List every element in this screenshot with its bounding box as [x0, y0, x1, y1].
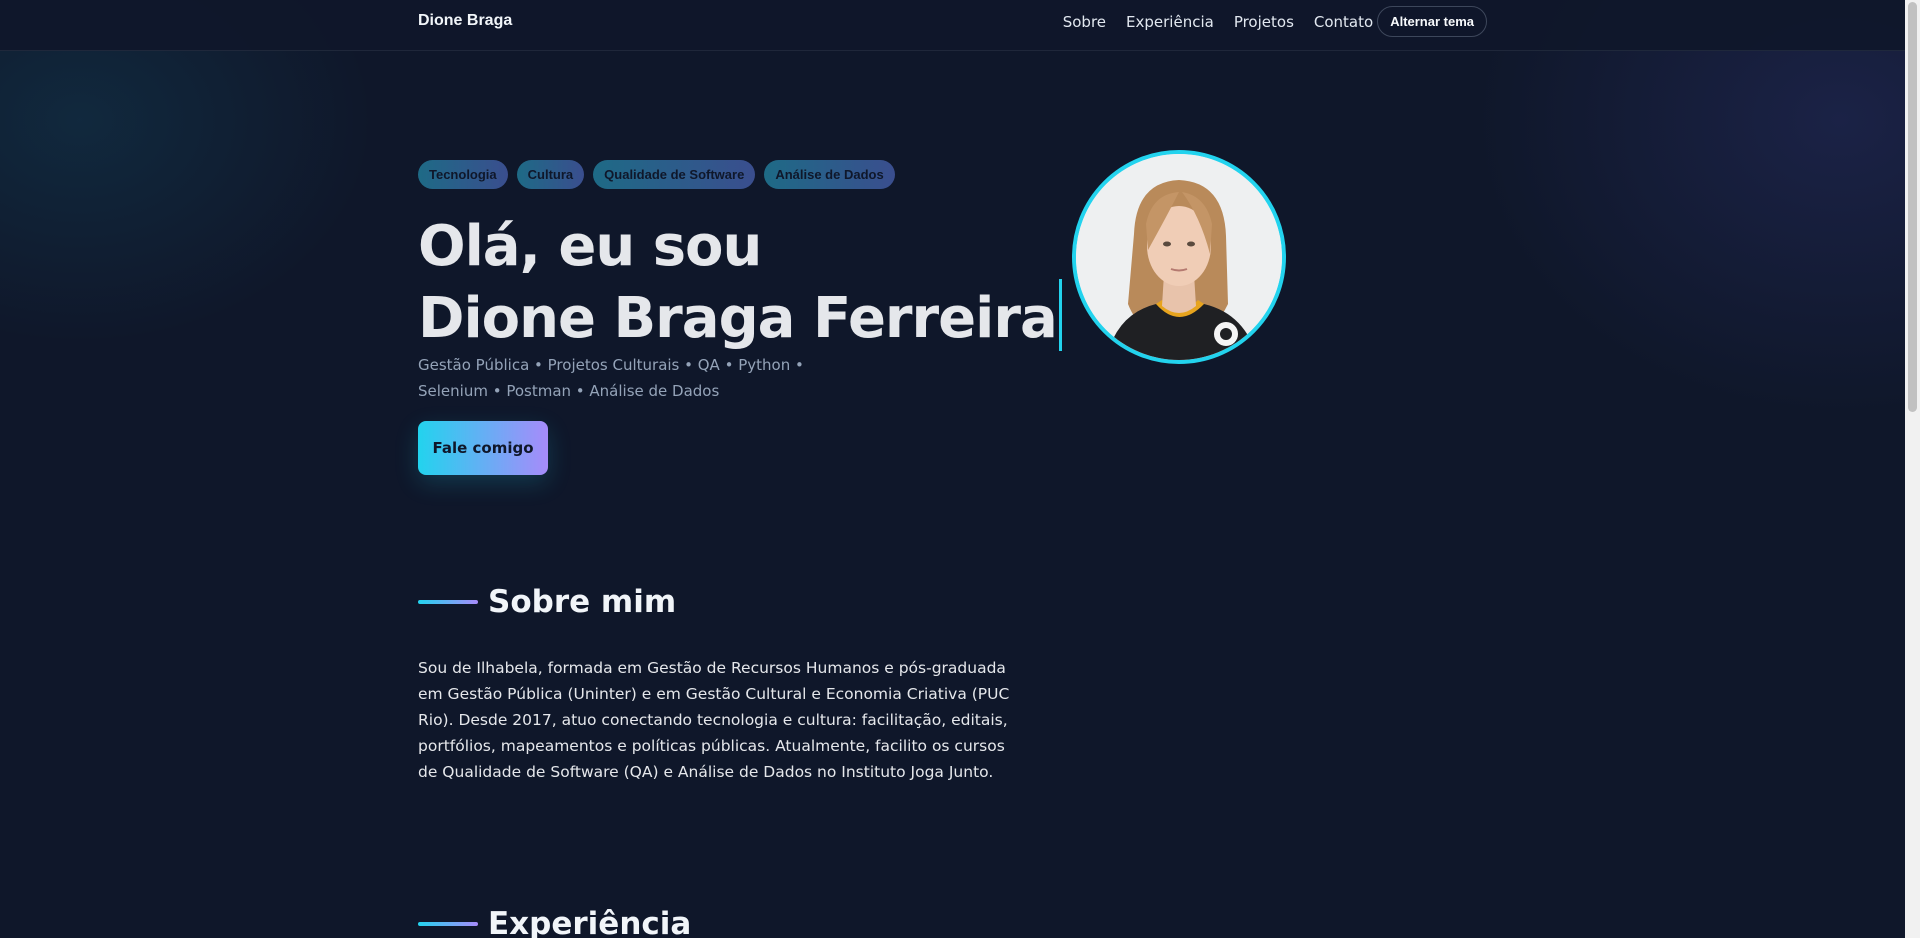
about-text: Sou de Ilhabela, formada em Gestão de Re…	[418, 659, 1010, 781]
tag-chip: Cultura	[516, 160, 585, 189]
hero-title-name: Dione Braga Ferreira	[418, 286, 1058, 351]
main-nav: Sobre Experiência Projetos Contato Alter…	[1063, 6, 1487, 37]
theme-toggle-button[interactable]: Alternar tema	[1377, 6, 1487, 37]
nav-link-experiencia[interactable]: Experiência	[1126, 13, 1214, 31]
nav-link-projetos[interactable]: Projetos	[1234, 13, 1294, 31]
top-navbar: Dione Braga Sobre Experiência Projetos C…	[0, 0, 1905, 51]
experience-section-title: Experiência	[488, 906, 692, 938]
typing-caret	[1058, 279, 1062, 351]
hero-tags: Tecnologia Cultura Qualidade de Software…	[418, 160, 895, 189]
hero-subtitle: Gestão Pública • Projetos Culturais • QA…	[418, 356, 804, 400]
brand-logo-text[interactable]: Dione Braga	[418, 12, 512, 30]
contact-cta-button[interactable]: Fale comigo	[418, 421, 548, 475]
about-section-header: Sobre mim	[418, 584, 676, 620]
experience-section-header: Experiência	[418, 906, 691, 938]
avatar-illustration	[1076, 154, 1282, 360]
hero-title: Olá, eu sou Dione Braga Ferreira	[418, 215, 1062, 351]
tag-chip: Análise de Dados	[764, 160, 895, 189]
section-accent-line	[418, 600, 478, 604]
page: Dione Braga Sobre Experiência Projetos C…	[0, 0, 1905, 938]
tag-chip: Tecnologia	[418, 160, 508, 189]
profile-photo	[1072, 150, 1286, 364]
scrollbar-thumb[interactable]	[1908, 2, 1917, 412]
section-accent-line	[418, 922, 478, 926]
page-scrollbar[interactable]	[1905, 0, 1920, 938]
hero-title-line1: Olá, eu sou	[418, 214, 762, 279]
tag-chip: Qualidade de Software	[593, 160, 756, 189]
nav-link-contato[interactable]: Contato	[1314, 13, 1373, 31]
nav-link-sobre[interactable]: Sobre	[1063, 13, 1106, 31]
about-section-title: Sobre mim	[488, 584, 677, 620]
